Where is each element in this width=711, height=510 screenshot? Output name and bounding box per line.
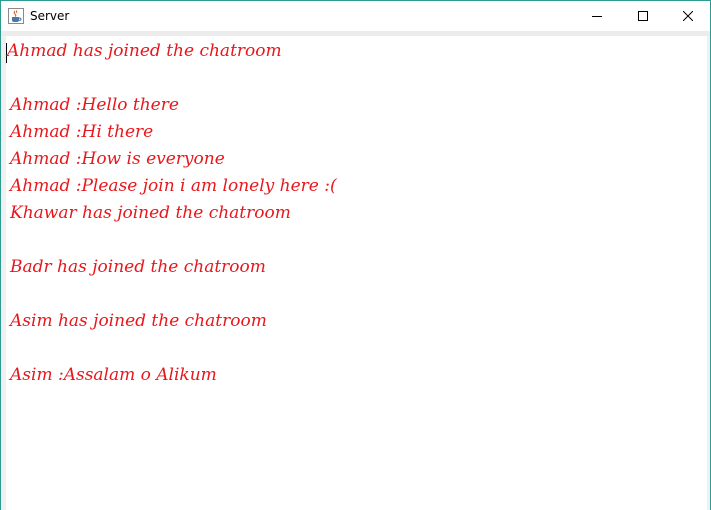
minimize-button[interactable] [574, 1, 620, 31]
chat-line: Asim :Assalam o Alikum [10, 365, 217, 385]
close-icon [683, 11, 693, 21]
server-window: Server Ahmad has joined the chatroom Ahma… [0, 0, 711, 510]
chat-line: Ahmad :How is everyone [10, 149, 225, 169]
chat-blank-line [10, 227, 707, 254]
chat-line: Badr has joined the chatroom [10, 257, 266, 277]
chat-line: Ahmad :Hello there [10, 95, 179, 115]
chat-text-area[interactable]: Ahmad has joined the chatroom Ahmad :Hell… [6, 36, 707, 510]
chat-line: Ahmad has joined the chatroom [7, 41, 282, 61]
maximize-icon [638, 11, 648, 21]
chat-blank-line [10, 65, 707, 92]
close-button[interactable] [665, 1, 710, 31]
maximize-button[interactable] [620, 1, 666, 31]
chat-line: Ahmad :Please join i am lonely here :( [10, 176, 337, 196]
chat-line: Khawar has joined the chatroom [10, 203, 291, 223]
chat-line: Asim has joined the chatroom [10, 311, 267, 331]
title-bar[interactable]: Server [1, 1, 710, 31]
java-cup-icon [8, 8, 24, 24]
chat-blank-line [10, 281, 707, 308]
chat-line: Ahmad :Hi there [10, 122, 154, 142]
minimize-icon [592, 16, 602, 17]
window-title: Server [30, 9, 70, 23]
chat-blank-line [10, 335, 707, 362]
